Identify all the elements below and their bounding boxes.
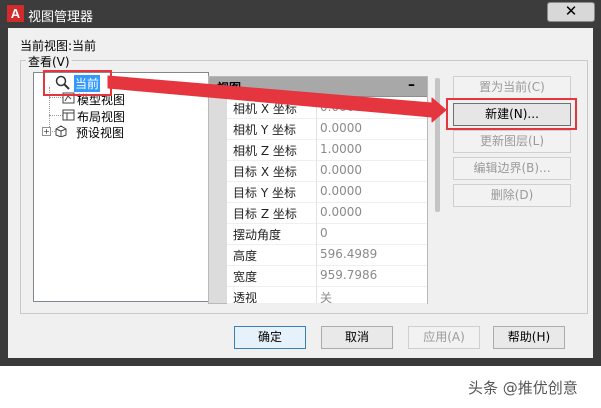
property-row[interactable]: 摆动角度 0 [227, 223, 427, 245]
expand-icon[interactable]: + [42, 127, 51, 136]
property-row[interactable]: 宽度 959.7986 [227, 265, 427, 287]
property-key: 相机 X 坐标 [233, 102, 297, 116]
current-view-value: 当前 [72, 39, 97, 53]
property-row[interactable]: 目标 Y 坐标 0.0000 [227, 181, 427, 203]
watermark-text: 头条 @推优创意 [468, 379, 578, 397]
current-view-caption: 当前视图: [20, 39, 73, 53]
layout-view-icon [62, 109, 75, 121]
property-value: 0.0000 [320, 100, 362, 114]
tree-line [49, 97, 63, 98]
ok-button[interactable]: 确定 [234, 326, 306, 349]
tree-item-label: 预设视图 [76, 126, 125, 140]
property-key: 透视 [233, 291, 258, 304]
collapse-icon[interactable]: – [408, 77, 415, 93]
property-key: 目标 Z 坐标 [233, 207, 297, 221]
current-view-label: 当前视图:当前 [20, 37, 96, 54]
property-key: 相机 Y 坐标 [233, 123, 296, 137]
update-layers-button[interactable]: 更新图层(L) [453, 130, 571, 153]
cancel-button[interactable]: 取消 [321, 326, 393, 349]
property-row[interactable]: 高度 596.4989 [227, 244, 427, 266]
property-value: 1.0000 [320, 142, 362, 156]
property-value: 0 [320, 226, 328, 240]
property-key: 摆动角度 [233, 228, 282, 242]
view-properties-panel: 视图 – 相机 X 坐标 0.0000 相机 Y 坐标 0.0000 相机 Z 坐标… [208, 76, 428, 304]
apply-button[interactable]: 应用(A) [408, 326, 480, 349]
property-value: 0.0000 [320, 184, 362, 198]
edit-boundaries-button[interactable]: 编辑边界(B)... [453, 157, 571, 180]
property-value: 关 [320, 291, 333, 304]
property-row[interactable]: 相机 X 坐标 0.0000 [227, 97, 427, 119]
property-value: 959.7986 [320, 268, 378, 282]
property-row[interactable]: 相机 Z 坐标 1.0000 [227, 139, 427, 161]
property-value: 0.0000 [320, 121, 362, 135]
close-button[interactable]: ✕ [547, 2, 595, 22]
autocad-app-icon: A [7, 5, 24, 22]
view-group-label: 查看(V) [26, 53, 72, 70]
set-current-button[interactable]: 置为当前(C) [453, 76, 571, 99]
property-key: 宽度 [233, 270, 258, 284]
annotation-box-new [446, 98, 577, 130]
property-key: 目标 X 坐标 [233, 165, 297, 179]
properties-header[interactable]: 视图 – [209, 77, 427, 97]
window-title: 视图管理器 [28, 10, 94, 25]
property-key: 高度 [233, 249, 258, 263]
property-value: 596.4989 [320, 247, 378, 261]
property-key: 相机 Z 坐标 [233, 144, 297, 158]
view-tree[interactable]: 当前 模型视图 布局视图 + 预设视图 [33, 72, 209, 302]
help-button[interactable]: 帮助(H) [493, 326, 565, 349]
property-value: 0.0000 [320, 163, 362, 177]
property-row[interactable]: 目标 Z 坐标 0.0000 [227, 202, 427, 224]
property-row[interactable]: 相机 Y 坐标 0.0000 [227, 118, 427, 140]
annotation-box-current [43, 70, 112, 96]
tree-item-label: 布局视图 [77, 110, 126, 124]
properties-gutter [209, 97, 227, 303]
properties-scrollbar[interactable] [435, 78, 440, 212]
preset-view-icon [55, 125, 67, 137]
tree-line [49, 115, 63, 116]
property-value: 0.0000 [320, 205, 362, 219]
properties-header-label: 视图 [217, 81, 242, 95]
delete-button[interactable]: 删除(D) [453, 184, 571, 207]
title-bar: A 视图管理器 ✕ [0, 0, 601, 28]
property-row[interactable]: 透视 关 [227, 286, 427, 304]
property-key: 目标 Y 坐标 [233, 186, 296, 200]
property-row[interactable]: 目标 X 坐标 0.0000 [227, 160, 427, 182]
